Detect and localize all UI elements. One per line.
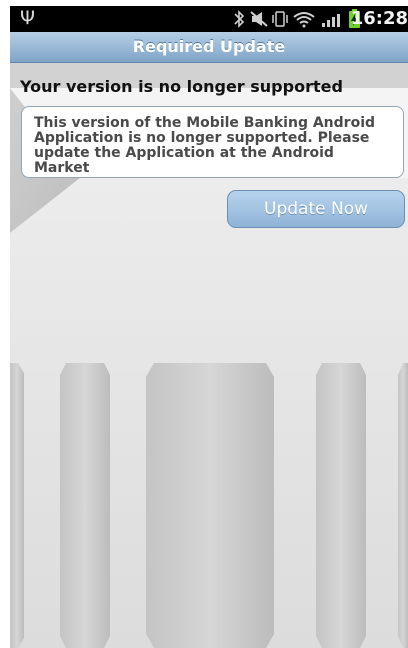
page-title: Required Update <box>10 32 408 63</box>
status-bar: Ψ 16:28 <box>10 6 408 32</box>
usb-icon: Ψ <box>20 7 35 29</box>
column-right-inner <box>316 363 366 648</box>
content-area: Your version is no longer supported This… <box>10 63 408 648</box>
bluetooth-icon <box>234 10 245 28</box>
vibrate-icon <box>272 11 288 27</box>
column-right <box>398 363 408 648</box>
message-box: This version of the Mobile Banking Andro… <box>21 106 404 178</box>
update-now-button[interactable]: Update Now <box>227 190 405 228</box>
wifi-icon <box>293 12 315 28</box>
mute-icon <box>250 11 268 27</box>
column-left <box>10 363 24 648</box>
message-line: Application is no longer supported. Plea… <box>34 130 370 146</box>
heading: Your version is no longer supported <box>20 77 343 96</box>
signal-icon <box>322 14 340 27</box>
app-frame: Ψ 16:28 Required Update Your version is … <box>0 0 408 648</box>
message-line: This version of the Mobile Banking Andro… <box>34 115 376 131</box>
column-center <box>146 363 274 648</box>
message-line: update the Application at the Android Ma… <box>34 145 334 176</box>
column-left-inner <box>60 363 110 648</box>
status-time: 16:28 <box>350 8 408 29</box>
